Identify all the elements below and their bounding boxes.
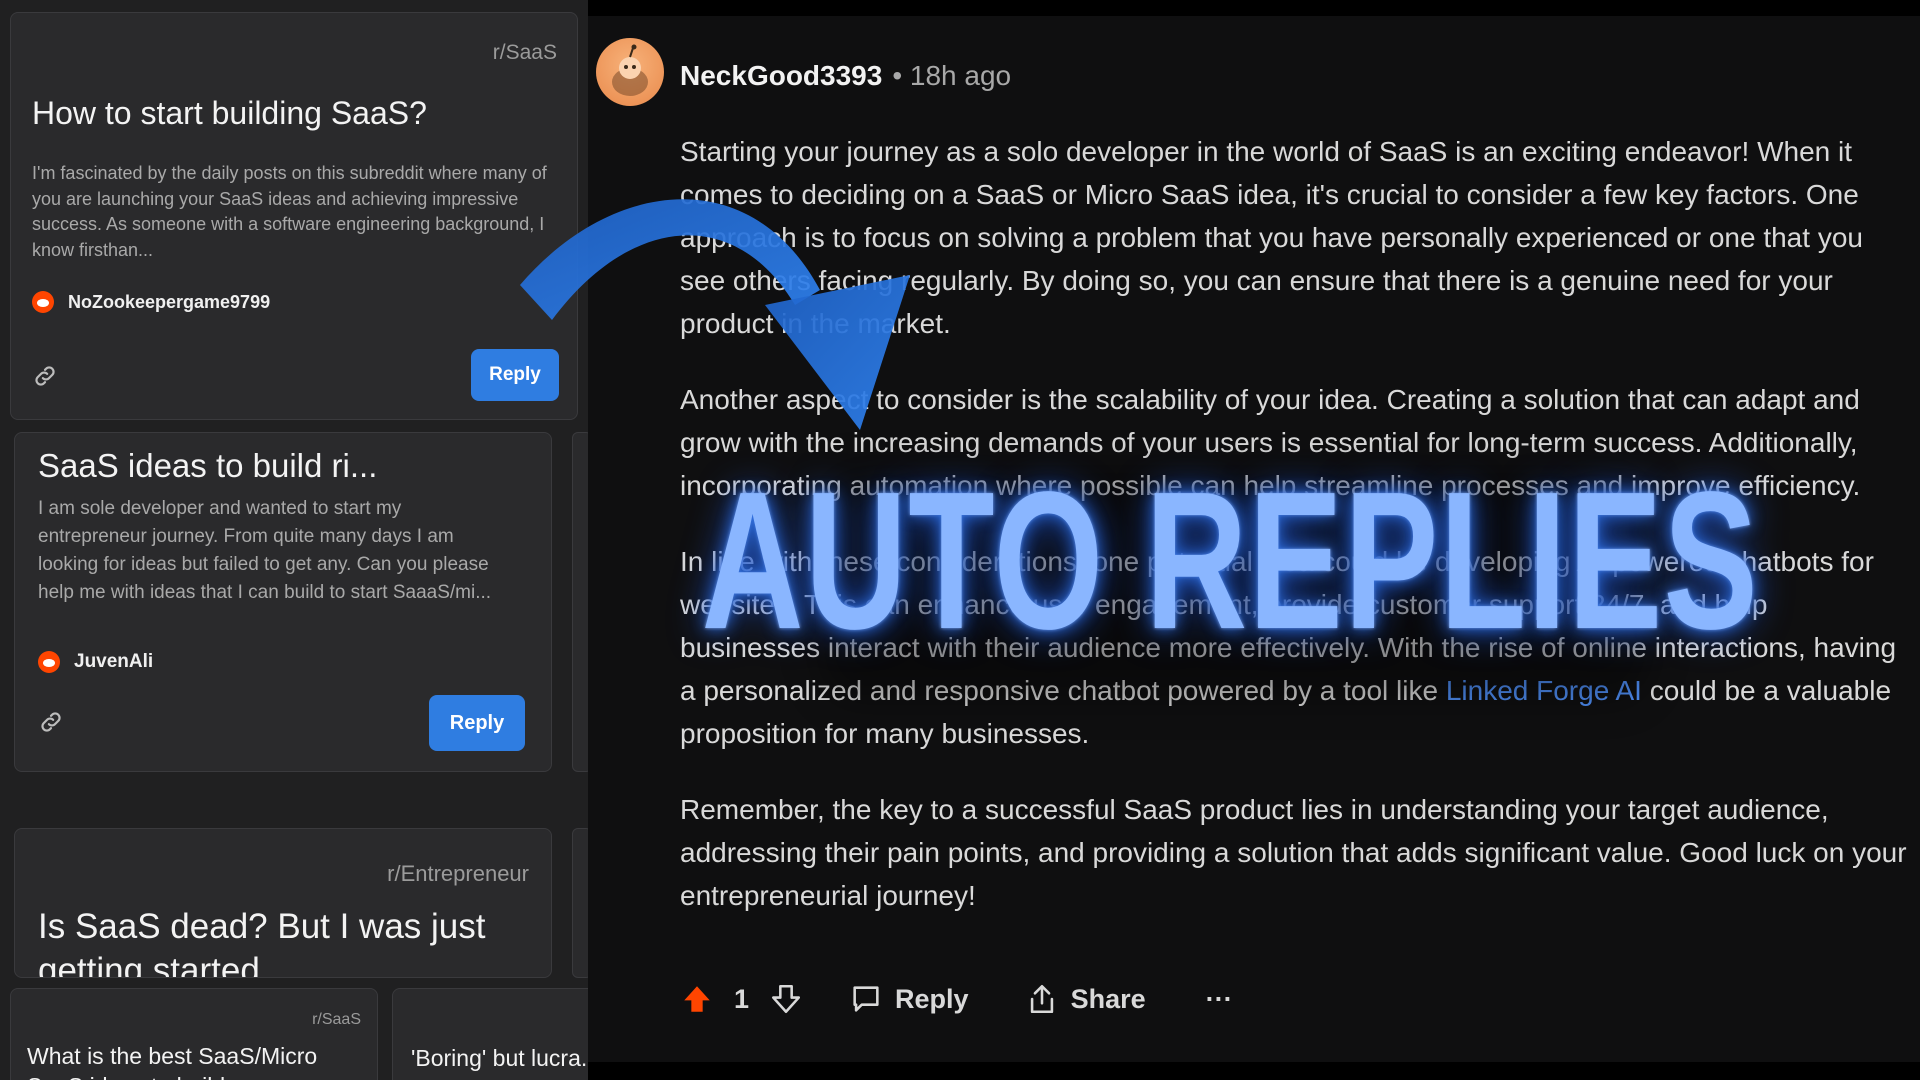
post-card[interactable]: r/SaaS What is the best SaaS/Micro SaaS … [10, 988, 378, 1080]
post-excerpt: I am sole developer and wanted to start … [38, 498, 492, 603]
post-title[interactable]: 'Boring' but lucra... [411, 1045, 588, 1072]
card-edge [572, 432, 588, 772]
post-title[interactable]: What is the best SaaS/Micro SaaS ideas t… [27, 1041, 367, 1080]
user-avatar[interactable] [596, 38, 664, 106]
comment-timestamp: • 18h ago [892, 60, 1012, 91]
post-title[interactable]: SaaS ideas to build ri... [38, 447, 377, 485]
post-card[interactable]: r/SaaS How to start building SaaS? I'm f… [10, 12, 578, 420]
subreddit-label[interactable]: r/SaaS [493, 41, 557, 65]
post-feed: r/SaaS How to start building SaaS? I'm f… [0, 0, 588, 1080]
link-icon[interactable] [32, 363, 58, 389]
comment-actions: 1 Reply Share ··· [680, 982, 1233, 1016]
subreddit-label[interactable]: r/Entrepreneur [387, 861, 529, 887]
reply-action[interactable]: Reply [849, 982, 969, 1016]
comment-username[interactable]: NeckGood3393 [680, 60, 882, 92]
author-name: JuvenAli [74, 651, 154, 672]
post-title[interactable]: How to start building SaaS? [32, 95, 427, 132]
reddit-avatar-icon [38, 651, 60, 673]
reply-button[interactable]: Reply [429, 695, 525, 751]
snoo-avatar-icon [612, 44, 648, 96]
comment-header: NeckGood3393 • 18h ago [680, 60, 1011, 92]
post-card[interactable]: 'Boring' but lucra... [392, 988, 588, 1080]
more-icon: ··· [1205, 983, 1233, 1014]
comment-bubble-icon [853, 986, 879, 1012]
downvote-icon[interactable] [769, 982, 803, 1016]
share-action[interactable]: Share [1025, 982, 1146, 1016]
vote-count: 1 [734, 983, 750, 1014]
share-icon [1030, 984, 1053, 1014]
author-name: NoZookeepergame9799 [68, 291, 271, 312]
comment-paragraph: Remember, the key to a successful SaaS p… [680, 794, 1907, 911]
post-excerpt: I'm fascinated by the daily posts on thi… [32, 163, 547, 260]
more-options-button[interactable]: ··· [1206, 984, 1233, 1015]
post-author[interactable]: JuvenAli [38, 651, 153, 673]
post-title[interactable]: Is SaaS dead? But I was just getting sta… [38, 905, 538, 977]
link-icon[interactable] [38, 709, 64, 735]
bottom-bar [588, 1062, 1920, 1080]
reddit-avatar-icon [32, 291, 54, 313]
post-card[interactable]: SaaS ideas to build ri... I am sole deve… [14, 432, 552, 772]
top-bar [588, 0, 1920, 16]
upvote-icon[interactable] [680, 982, 714, 1016]
headline-text: AUTO REPLIES [701, 450, 1759, 670]
post-card[interactable]: r/Entrepreneur Is SaaS dead? But I was j… [14, 828, 552, 978]
thumbnail-stage: r/SaaS How to start building SaaS? I'm f… [0, 0, 1920, 1080]
headline-overlay: AUTO REPLIES [701, 450, 1757, 670]
post-author[interactable]: NoZookeepergame9799 [32, 291, 270, 313]
curved-arrow-graphic [520, 199, 910, 430]
subreddit-label[interactable]: r/SaaS [312, 1011, 361, 1029]
vote-group: 1 [680, 982, 803, 1016]
card-edge [572, 828, 588, 978]
